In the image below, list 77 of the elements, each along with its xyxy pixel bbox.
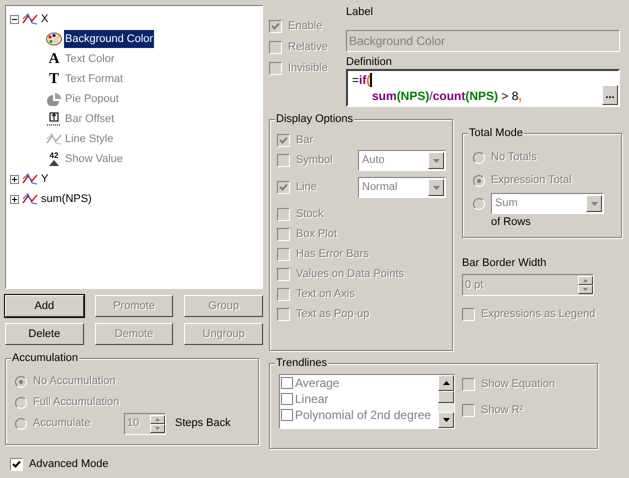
steps-back-label: Steps Back	[175, 416, 231, 432]
bar-border-width-caption: Bar Border Width	[462, 256, 548, 270]
letter-icon: T	[46, 72, 62, 86]
dropdown-arrow-button[interactable]	[428, 179, 444, 196]
caret-up-icon	[583, 279, 588, 282]
group-title: Display Options	[275, 112, 354, 126]
checkmark-icon	[279, 183, 288, 192]
dialog-button[interactable]: Delete	[5, 323, 84, 345]
tree-item[interactable]: Show Value	[64, 150, 124, 168]
line-chart-icon	[22, 13, 38, 25]
checkbox-label: Symbol	[296, 153, 333, 168]
dialog-button[interactable]: Add	[5, 295, 84, 317]
checkbox-label: Enable	[288, 18, 322, 34]
pie-chart-icon	[46, 92, 62, 106]
expand-icon[interactable]	[10, 174, 19, 184]
checkmark-icon	[271, 22, 280, 30]
line-chart-icon	[22, 173, 38, 185]
tree-item[interactable]: Y	[41, 170, 48, 188]
checkbox-label: Show Equation	[481, 376, 555, 392]
line-chart-icon	[22, 193, 38, 205]
radio-label: No Totals	[491, 150, 537, 166]
bar-offset-icon	[46, 112, 62, 126]
checkbox-label: Has Error Bars	[296, 246, 369, 262]
checkmark-icon	[279, 136, 288, 144]
code-line: =if(	[352, 72, 374, 88]
checkbox-label: Values on Data Points	[296, 266, 404, 282]
definition-caption: Definition	[346, 55, 393, 69]
caret-up-icon	[442, 381, 450, 385]
tree-item[interactable]: Text Color	[64, 50, 116, 68]
checkbox-label: Show R²	[481, 402, 524, 418]
text-cursor	[370, 73, 372, 87]
radio-label: Expression Total	[491, 173, 572, 188]
scroll-up-button[interactable]	[438, 375, 454, 391]
checkbox-label: Expressions as Legend	[481, 306, 596, 322]
caret-up-icon	[155, 418, 160, 420]
caret-down-icon	[432, 186, 440, 190]
collapse-icon[interactable]	[10, 14, 19, 24]
tree-item[interactable]: Background Color	[64, 30, 154, 48]
label-caption: Label	[346, 5, 374, 19]
scroll-down-button[interactable]	[438, 412, 454, 428]
caret-down-icon	[155, 426, 160, 430]
expand-icon[interactable]	[10, 194, 19, 204]
code-line: sum(NPS)/count(NPS) > 8,	[371, 88, 523, 104]
caret-down-icon	[442, 418, 450, 422]
checkbox-label: Relative	[288, 40, 328, 55]
definition-editor[interactable]: =if( sum(NPS)/count(NPS) > 8, ...	[346, 69, 620, 107]
radio-label: Full Accumulation	[33, 395, 120, 410]
dropdown-arrow-button[interactable]	[586, 195, 602, 212]
checkbox[interactable]	[10, 458, 23, 470]
checkbox-label: Box Plot	[296, 226, 337, 242]
radio-label: Accumulate	[33, 416, 92, 432]
line-chart-icon	[46, 132, 62, 146]
letter-icon: A	[46, 52, 62, 66]
dropdown-arrow-button[interactable]	[428, 152, 444, 169]
tree-item[interactable]: Pie Popout	[64, 90, 120, 108]
checkbox-label: Invisible	[288, 60, 328, 76]
tree-item[interactable]: Bar Offset	[64, 110, 116, 128]
checkbox-label: Advanced Mode	[29, 456, 108, 472]
checkbox-label: Stock	[296, 206, 324, 222]
tree-item[interactable]: Text Format	[64, 70, 124, 88]
checkbox-label: Text on Axis	[296, 286, 355, 302]
palette-icon	[46, 32, 62, 46]
caret-down-icon	[583, 288, 588, 291]
of-rows-label: of Rows	[490, 215, 532, 229]
checkbox-label: Text as Pop-up	[296, 306, 370, 322]
scrollbar[interactable]	[438, 375, 454, 428]
scroll-thumb[interactable]	[438, 391, 454, 403]
tree-item[interactable]: Line Style	[64, 130, 114, 148]
caret-down-icon	[590, 202, 598, 206]
checkbox-label: Bar	[296, 132, 314, 148]
caret-down-icon	[432, 158, 440, 162]
tree-item[interactable]: X	[41, 10, 48, 28]
expand-editor-button[interactable]: ...	[602, 85, 618, 105]
checkmark-icon	[12, 460, 21, 468]
tree-item[interactable]: sum(NPS)	[41, 190, 92, 208]
checkbox-label: Line	[296, 180, 317, 196]
radio-label: No Accumulation	[33, 374, 116, 390]
